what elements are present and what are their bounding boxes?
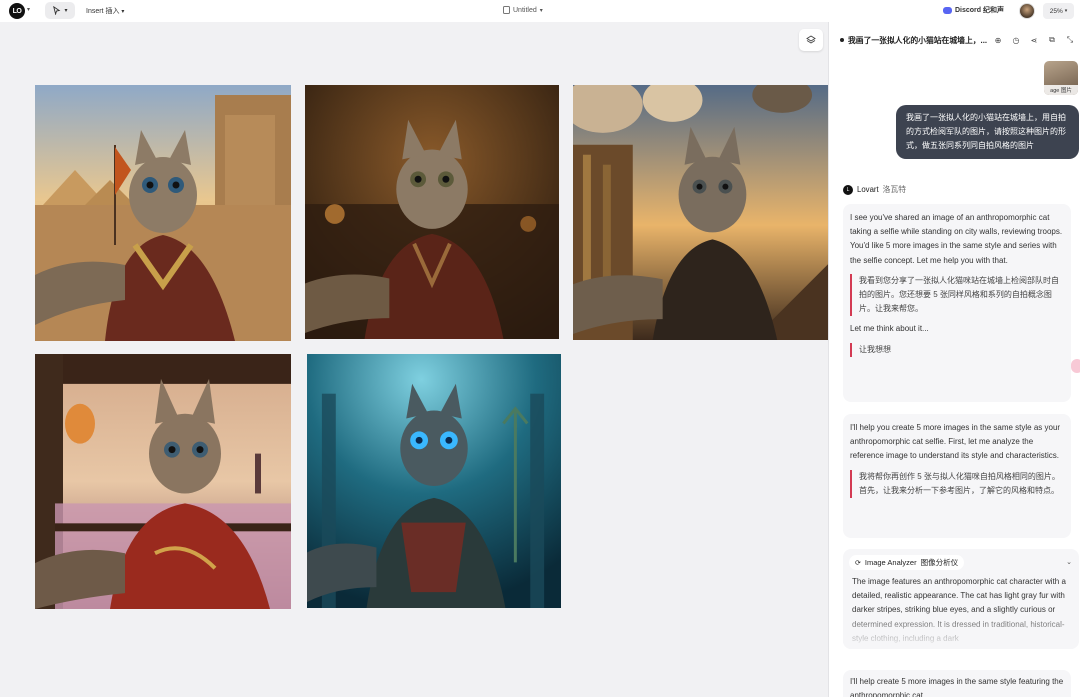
insert-menu[interactable]: Insert 插入 ▾	[86, 6, 124, 16]
assistant-message-1: I see you've shared an image of an anthr…	[843, 204, 1071, 402]
message-translation: 我看到您分享了一张拟人化猫咪站在城墙上检阅部队时自拍的图片。您还想要 5 张同样…	[850, 273, 1064, 317]
select-tool-button[interactable]: ▾	[45, 2, 75, 19]
document-title[interactable]: Untitled ▾	[503, 6, 543, 14]
attached-image-thumbnail[interactable]: age 图片	[1044, 61, 1078, 95]
zoom-control[interactable]: 25% ▾	[1043, 3, 1074, 19]
generated-image-pagoda[interactable]	[35, 354, 291, 609]
chat-title[interactable]: 我画了一张拟人化的小猫站在城墙上，...	[848, 35, 987, 46]
thumbnail-label: age 图片	[1044, 85, 1078, 95]
generated-image-egypt[interactable]	[35, 85, 291, 341]
image-analyzer-card[interactable]: ⟳ Image Analyzer 图像分析仪 ⌄ The image featu…	[843, 549, 1079, 649]
document-icon	[503, 6, 510, 14]
thinking-translation: 让我想想	[850, 342, 1064, 357]
message-text: I see you've shared an image of an anthr…	[850, 213, 1063, 265]
status-dot	[840, 38, 844, 42]
chevron-down-icon: ▾	[539, 7, 543, 14]
lovart-icon: L	[843, 184, 853, 195]
tool-name: Image Analyzer	[864, 558, 917, 567]
message-text: I'll help you create 5 more images in th…	[850, 423, 1061, 461]
agent-label: L Lovart 洛瓦特	[843, 184, 906, 195]
discord-link[interactable]: Discord 纪和声	[943, 5, 1004, 15]
tool-chip[interactable]: ⟳ Image Analyzer 图像分析仪	[849, 555, 965, 570]
tool-name-cn: 图像分析仪	[920, 558, 959, 567]
insert-label: Insert 插入	[86, 8, 120, 15]
chevron-down-icon: ▾	[121, 9, 125, 15]
chevron-down-icon: ▾	[1064, 8, 1068, 14]
discord-label: Discord 纪和声	[955, 7, 1005, 14]
generated-image-airship[interactable]	[573, 85, 828, 340]
message-translation: 我将帮你再创作 5 张与拟人化猫咪自拍风格相同的图片。首先，让我来分析一下参考图…	[850, 469, 1064, 499]
user-message: 我画了一张拟人化的小猫站在城墙上，用自拍的方式检阅军队的图片，请按照这种图片的形…	[896, 105, 1079, 159]
layers-icon	[806, 35, 816, 44]
fade-overlay	[843, 609, 1079, 649]
agent-name-cn: 洛瓦特	[882, 185, 907, 194]
history-icon[interactable]: ◷	[1010, 34, 1022, 46]
chat-header-actions: ⊕ ◷ ⋖ ⧉ ⤡	[992, 34, 1076, 46]
chevron-down-icon[interactable]: ⌄	[1066, 558, 1072, 566]
analyzer-icon: ⟳	[855, 559, 861, 567]
generated-image-underwater[interactable]	[307, 354, 561, 608]
top-bar: LO ▾ ▾ Insert 插入 ▾ Untitled ▾ Discord 纪和…	[0, 0, 1080, 22]
document-title-text: Untitled	[513, 6, 537, 14]
app-logo[interactable]: LO	[9, 3, 25, 19]
assistant-message-2: I'll help you create 5 more images in th…	[843, 414, 1071, 538]
side-handle[interactable]	[1071, 359, 1080, 373]
assistant-message-3: I'll help create 5 more images in the sa…	[843, 670, 1071, 697]
chevron-down-icon: ▾	[64, 8, 68, 14]
user-avatar[interactable]	[1019, 3, 1035, 19]
message-text: I'll help create 5 more images in the sa…	[850, 677, 1064, 697]
collapse-icon[interactable]: ⤡	[1064, 34, 1076, 46]
canvas-area[interactable]	[0, 22, 828, 697]
layers-button[interactable]	[799, 29, 823, 51]
chevron-down-icon[interactable]: ▾	[27, 6, 30, 13]
agent-name: Lovart	[857, 185, 879, 194]
add-icon[interactable]: ⊕	[992, 34, 1004, 46]
thinking-text: Let me think about it...	[850, 324, 929, 334]
zoom-level: 25%	[1049, 7, 1063, 15]
chat-panel: 我画了一张拟人化的小猫站在城墙上，... ⊕ ◷ ⋖ ⧉ ⤡ age 图片 我画…	[828, 22, 1080, 697]
generated-image-hall[interactable]	[305, 85, 559, 339]
share-icon[interactable]: ⋖	[1028, 34, 1040, 46]
pointer-icon	[53, 6, 61, 15]
copy-icon[interactable]: ⧉	[1046, 34, 1058, 46]
discord-icon	[943, 6, 952, 14]
